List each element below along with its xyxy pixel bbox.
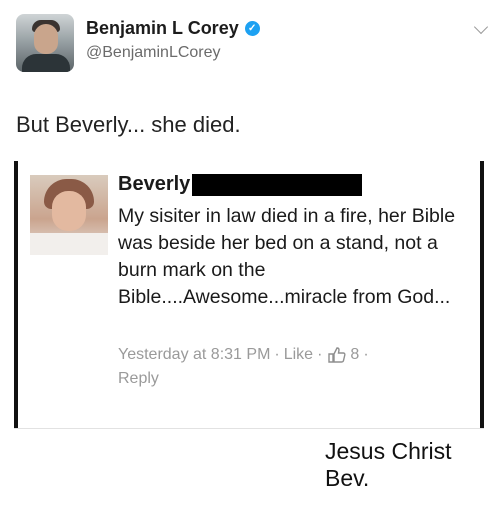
tweet-author-handle[interactable]: @BenjaminLCorey xyxy=(86,44,221,62)
tweet-author-avatar[interactable] xyxy=(16,14,74,72)
commenter-name: Beverly xyxy=(118,173,191,195)
separator-dot: · xyxy=(317,346,323,363)
commenter-avatar xyxy=(30,175,108,255)
like-count: 8 xyxy=(350,346,360,363)
like-label: Like xyxy=(283,346,314,363)
separator-dot: · xyxy=(363,346,369,363)
tweet-author-name[interactable]: Benjamin L Corey xyxy=(86,18,239,39)
separator-dot: · xyxy=(274,346,280,363)
tweet-author-row: Benjamin L Corey ✓ xyxy=(86,18,260,39)
comment-timestamp: Yesterday at 8:31 PM xyxy=(118,346,271,363)
comment-meta: Yesterday at 8:31 PM · Like · 8 · xyxy=(118,346,373,364)
verified-badge-icon: ✓ xyxy=(244,21,260,36)
thumbs-up-icon xyxy=(328,347,346,363)
redaction-bar xyxy=(192,173,363,196)
comment-text: My sisiter in law died in a fire, her Bi… xyxy=(118,205,456,308)
divider xyxy=(14,428,484,429)
tweet-text: But Beverly... she died. xyxy=(16,112,241,137)
embedded-comment-screenshot: Beverly My sisiter in law died in a fire… xyxy=(14,161,484,429)
commenter-row: Beverly xyxy=(118,173,363,196)
caption-text: Jesus Christ Bev. xyxy=(325,438,452,491)
chevron-down-icon[interactable] xyxy=(473,19,489,35)
reply-label: Reply xyxy=(118,370,159,387)
